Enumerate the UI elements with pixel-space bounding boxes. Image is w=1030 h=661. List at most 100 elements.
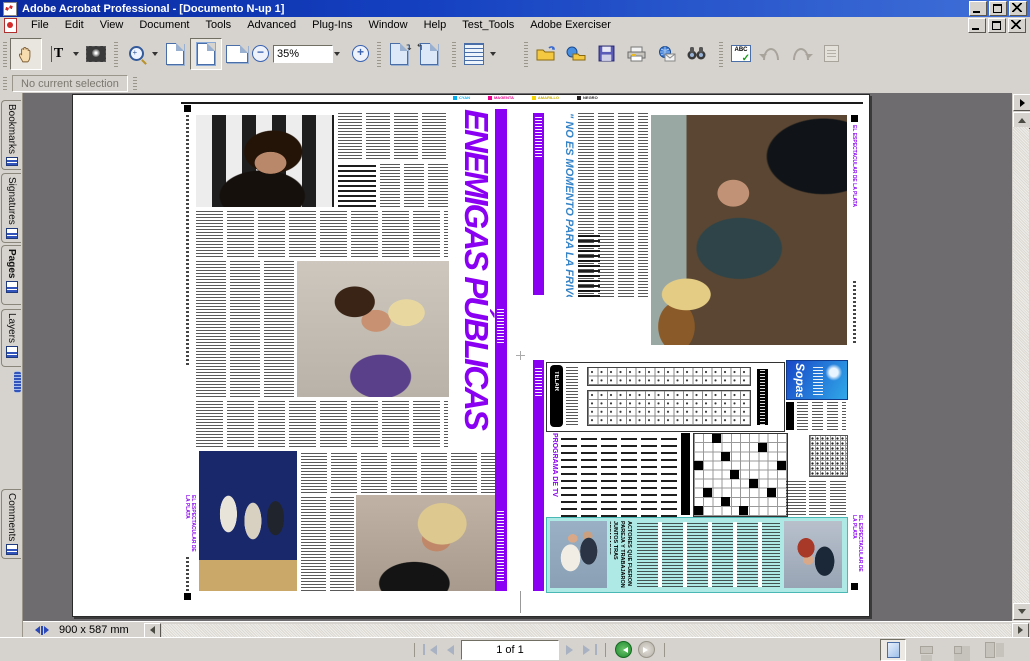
last-page-button[interactable] (581, 642, 599, 658)
selection-status: No current selection (12, 75, 128, 92)
select-text-tool-button[interactable]: T (42, 39, 72, 69)
toolbar-grip[interactable] (114, 41, 118, 67)
hand-tool-button[interactable] (10, 38, 42, 70)
toolbar-grip[interactable] (719, 41, 723, 67)
print-button[interactable] (621, 39, 651, 69)
scroll-right-button[interactable] (1012, 623, 1029, 638)
tasks-dropdown[interactable] (490, 52, 496, 59)
doc-close-button[interactable] (1008, 18, 1026, 33)
toolbar-grip[interactable] (524, 41, 528, 67)
menu-view[interactable]: View (92, 18, 132, 32)
previous-page-button[interactable] (439, 642, 457, 658)
toolbar-grip[interactable] (133, 77, 137, 90)
letter-grid (587, 390, 751, 426)
undo-button[interactable] (756, 39, 786, 69)
save-icon (598, 45, 615, 62)
minimize-button[interactable] (969, 1, 987, 16)
single-page-layout-button[interactable] (880, 639, 906, 661)
page-size-icon (31, 626, 53, 635)
zoom-out-button[interactable]: − (252, 45, 269, 62)
open-button[interactable] (531, 39, 561, 69)
navigation-tab-strip: Bookmarks Signatures Pages Layers Commen… (0, 93, 23, 637)
scroll-down-button[interactable] (1013, 603, 1030, 620)
fit-page-button[interactable] (190, 38, 222, 70)
show-hide-pane-button[interactable] (1013, 94, 1030, 111)
tasks-button[interactable] (459, 39, 489, 69)
restore-button[interactable] (989, 1, 1007, 16)
menu-help[interactable]: Help (416, 18, 455, 32)
vertical-scroll-track[interactable] (1013, 127, 1029, 604)
expand-pane-icon (1020, 99, 1029, 107)
toolbar-grip[interactable] (3, 41, 7, 67)
left-page-accent-bar (495, 109, 507, 591)
zoom-in-button[interactable]: + (352, 45, 369, 62)
actual-size-button[interactable] (160, 39, 190, 69)
redo-button[interactable] (786, 39, 816, 69)
snapshot-tool-button[interactable] (81, 39, 111, 69)
tab-comments[interactable]: Comments (1, 489, 21, 559)
menu-file[interactable]: File (23, 18, 57, 32)
continuous-facing-layout-button[interactable] (946, 640, 970, 660)
facing-layout-button[interactable] (978, 640, 1002, 660)
save-button[interactable] (591, 39, 621, 69)
top-right-headline: " NO ES MOMENTO PARA LA FRIVOLIDAD" (547, 113, 576, 297)
single-page-icon (887, 642, 900, 658)
toolbar-grip[interactable] (452, 41, 456, 67)
article-text (637, 522, 780, 587)
horizontal-scroll-track[interactable] (162, 624, 1011, 637)
toolbar-grip[interactable] (3, 77, 7, 90)
open-web-page-button[interactable] (561, 39, 591, 69)
zoom-tool-dropdown[interactable] (152, 52, 158, 59)
menu-document[interactable]: Document (131, 18, 197, 32)
tab-bookmarks[interactable]: Bookmarks (1, 100, 21, 170)
page-number-input[interactable] (461, 640, 559, 660)
photo-couple-left (550, 521, 607, 588)
menu-tools[interactable]: Tools (198, 18, 240, 32)
bottom-right-accent-bar (533, 360, 544, 591)
tab-pages[interactable]: Pages (1, 245, 21, 305)
document-pane[interactable]: CYAN MAGENTA AMARILLO NEGRO EL ESPECTACU… (23, 93, 1012, 621)
fit-page-icon (197, 43, 215, 65)
menu-adobe-exerciser[interactable]: Adobe Exerciser (522, 18, 619, 32)
scroll-left-button[interactable] (144, 623, 161, 638)
doc-minimize-button[interactable] (968, 18, 986, 33)
document-icon[interactable] (4, 18, 17, 33)
vertical-scrollbar[interactable] (1012, 93, 1030, 621)
email-button[interactable] (651, 39, 681, 69)
fit-width-button[interactable] (222, 39, 252, 69)
next-view-button[interactable]: ↴ (384, 39, 414, 69)
menu-plugins[interactable]: Plug-Ins (304, 18, 360, 32)
menu-test-tools[interactable]: Test_Tools (454, 18, 522, 32)
copy-paste-button[interactable] (816, 39, 846, 69)
zoom-level-dropdown[interactable] (334, 52, 340, 59)
doc-restore-button[interactable] (988, 18, 1006, 33)
left-page-header-strip: EL ESPECTACULAR DE LA PLATA (184, 105, 192, 591)
intro-text (338, 163, 376, 207)
next-view-nav-button[interactable] (638, 641, 655, 658)
continuous-layout-button[interactable] (914, 640, 938, 660)
status-bar (0, 637, 1030, 661)
spellcheck-button[interactable]: ABC ✓ (726, 39, 756, 69)
zoom-in-tool-button[interactable]: + (121, 39, 151, 69)
select-tool-dropdown[interactable] (73, 52, 79, 59)
previous-view-nav-button[interactable] (615, 641, 632, 658)
search-button[interactable] (681, 39, 711, 69)
first-page-button[interactable] (421, 642, 439, 658)
pdf-page[interactable]: CYAN MAGENTA AMARILLO NEGRO EL ESPECTACU… (72, 94, 870, 617)
tab-layers[interactable]: Layers (1, 309, 21, 367)
reg-magenta: MAGENTA (488, 95, 514, 100)
previous-view-button[interactable]: ↰ (414, 39, 444, 69)
title-bar[interactable]: Adobe Acrobat Professional - [Documento … (0, 0, 1030, 17)
crossword-grid (693, 433, 788, 517)
zoom-level-input[interactable] (273, 45, 333, 63)
close-button[interactable] (1009, 1, 1027, 16)
tv-listings (561, 433, 679, 517)
menu-advanced[interactable]: Advanced (239, 18, 304, 32)
next-page-button[interactable] (563, 642, 581, 658)
toolbar-grip[interactable] (377, 41, 381, 67)
reg-yellow: AMARILLO (532, 95, 559, 100)
menu-window[interactable]: Window (360, 18, 415, 32)
panel-splitter-grip[interactable] (14, 371, 21, 393)
tab-signatures[interactable]: Signatures (1, 173, 21, 243)
menu-edit[interactable]: Edit (57, 18, 92, 32)
